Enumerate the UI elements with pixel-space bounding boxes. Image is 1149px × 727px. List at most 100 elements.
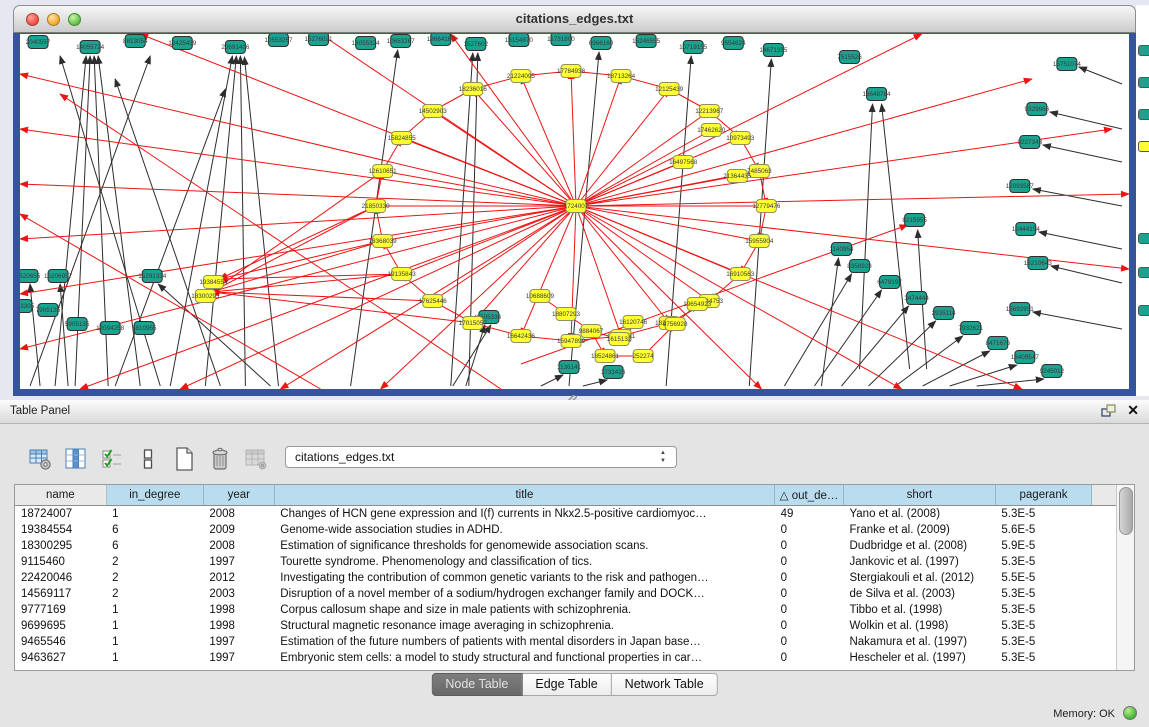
graph-edge[interactable] [80,206,576,389]
table-cell[interactable]: 1 [106,634,203,650]
tab-network-table[interactable]: Network Table [612,673,718,696]
vertical-scrollbar[interactable] [1116,485,1134,670]
table-row[interactable]: 2242004622012Investigating the contribut… [15,570,1118,586]
graph-node[interactable]: 17015057 [459,317,488,330]
graph-node[interactable]: 15955904 [745,235,774,248]
table-cell[interactable]: Changes of HCN gene expression and I(f) … [274,506,774,523]
table-cell[interactable]: Estimation of significance thresholds fo… [274,538,774,554]
graph-node[interactable]: 10973493 [726,132,755,145]
table-cell[interactable]: 2009 [203,522,274,538]
graph-node[interactable]: 11731800 [547,34,575,46]
graph-edge[interactable] [20,74,576,206]
graph-node[interactable]: 1527602 [464,38,489,51]
table-cell[interactable]: 9699695 [15,618,106,634]
graph-node[interactable]: 17784938 [557,65,586,78]
graph-node[interactable]: 6810955 [132,322,157,335]
table-cell[interactable]: Stergiakouli et al. (2012) [843,570,995,586]
table-cell[interactable]: Tibbo et al. (1998) [843,602,995,618]
graph-node[interactable]: 1615132 [607,333,632,346]
table-cell[interactable]: 22420046 [15,570,106,586]
graph-node[interactable]: 7515526 [837,51,862,64]
graph-node[interactable]: 17462620 [697,124,726,137]
graph-edge[interactable] [576,162,683,206]
graph-node[interactable]: 7905135 [36,304,61,317]
table-cell[interactable]: 0 [775,602,844,618]
table-cell[interactable]: 5.6E-5 [995,522,1091,538]
graph-edge[interactable] [1050,112,1122,129]
minimize-window-icon[interactable] [47,13,60,26]
table-cell[interactable]: 2008 [203,538,274,554]
graph-node[interactable]: 9756928 [663,318,688,331]
table-cell[interactable]: 1 [106,602,203,618]
graph-node[interactable]: 10653267 [387,35,416,48]
table-cell[interactable]: 6 [106,538,203,554]
graph-edge[interactable] [94,56,108,386]
table-cell[interactable]: 5.3E-5 [995,586,1091,602]
graph-node[interactable]: 10719155 [679,41,708,54]
memory-status-icon[interactable] [1123,706,1137,720]
graph-node[interactable]: 16642436 [507,330,536,343]
table-row[interactable]: 911546021997Tourette syndrome. Phenomeno… [15,554,1118,570]
graph-node[interactable]: 16120746 [619,316,648,329]
graph-node[interactable]: 16910563 [726,268,755,281]
table-cell[interactable]: 1998 [203,618,274,634]
table-cell[interactable]: Jankovic et al. (1997) [843,554,995,570]
graph-node[interactable]: 2935114 [932,307,957,320]
table-cell[interactable]: 1 [106,650,203,666]
graph-node[interactable]: 8358923 [847,260,872,273]
table-cell[interactable]: 0 [775,634,844,650]
table-cell[interactable]: 9777169 [15,602,106,618]
graph-node[interactable]: 12213967 [695,105,724,118]
table-cell[interactable]: 2 [106,586,203,602]
table-cell[interactable]: 18300295 [15,538,106,554]
select-columns-icon[interactable] [99,446,125,472]
graph-edge[interactable] [576,206,669,323]
graph-edge[interactable] [576,194,1129,206]
column-header-title[interactable]: title [274,485,774,506]
close-panel-icon[interactable]: ✕ [1127,402,1139,419]
graph-edge[interactable] [30,56,150,386]
scrollbar-thumb[interactable] [1119,487,1133,535]
table-row[interactable]: 946554611997Estimation of the future num… [15,634,1118,650]
graph-edge[interactable] [821,258,838,386]
graph-node[interactable]: 10553267 [264,34,293,47]
graph-edge[interactable] [571,71,576,206]
graph-node[interactable]: 9884067 [579,325,604,338]
table-cell[interactable]: Structural magnetic resonance image aver… [274,618,774,634]
graph-node[interactable]: 15751074 [1053,58,1082,71]
graph-edge[interactable] [576,206,902,389]
graph-edge[interactable] [923,351,990,386]
graph-node[interactable]: 12779476 [752,200,781,213]
graph-node[interactable]: 12094258 [96,322,125,335]
row-height-icon[interactable] [135,446,161,472]
graph-node[interactable]: 18807293 [552,308,581,321]
graph-edge[interactable] [1079,67,1122,84]
graph-node[interactable]: 14502903 [419,105,448,118]
table-row[interactable]: 1938455462009Genome-wide association stu… [15,522,1118,538]
table-row[interactable]: 946362711997Embryonic stem cells: a mode… [15,650,1118,666]
graph-edge[interactable] [576,206,709,301]
table-cell[interactable]: 6 [106,522,203,538]
graph-edge[interactable] [469,53,478,386]
table-cell[interactable]: 5.3E-5 [995,634,1091,650]
graph-node[interactable]: 20691406 [221,41,250,54]
table-cell[interactable]: 1 [106,618,203,634]
column-header-pagerank[interactable]: pagerank [995,485,1091,506]
float-panel-icon[interactable] [1101,404,1117,419]
table-cell[interactable]: de Silva et al. (2003) [843,586,995,602]
graph-node[interactable]: 21850330 [362,200,391,213]
table-cell[interactable]: Dudbridge et al. (2008) [843,538,995,554]
graph-node[interactable]: 21224095 [507,70,536,83]
graph-edge[interactable] [541,375,563,386]
table-cell[interactable]: 14569117 [15,586,106,602]
graph-node[interactable]: 2040557 [26,36,51,49]
table-cell[interactable]: Hescheler et al. (1997) [843,650,995,666]
graph-node[interactable]: 19135843 [388,268,417,281]
table-cell[interactable]: 5.3E-5 [995,554,1091,570]
network-graph-canvas[interactable]: 2040557140557248813054124254392069140610… [20,34,1129,389]
table-row[interactable]: 977716911998Corpus callosum shape and si… [15,602,1118,618]
table-cell[interactable]: 1997 [203,650,274,666]
table-cell[interactable]: Investigating the contribution of common… [274,570,774,586]
graph-node[interactable]: 8813054 [123,35,148,48]
graph-edge[interactable] [576,176,737,206]
